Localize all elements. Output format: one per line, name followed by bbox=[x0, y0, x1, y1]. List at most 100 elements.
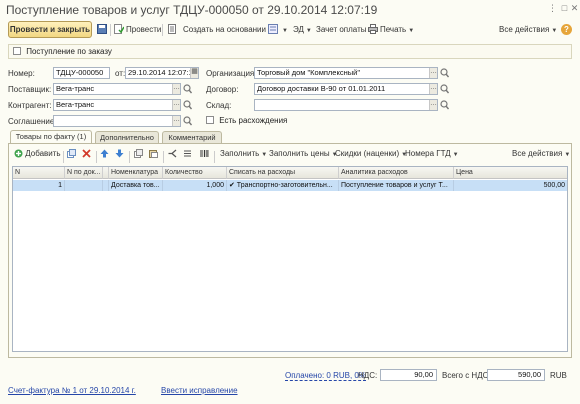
ed-menu[interactable]: ЭД ▼ bbox=[293, 23, 312, 37]
split-icon bbox=[168, 149, 177, 158]
column-header-n[interactable]: N bbox=[13, 167, 65, 179]
counterparty-label: Контрагент: bbox=[8, 101, 52, 110]
select-dots-icon[interactable]: … bbox=[172, 84, 180, 94]
tab-additional[interactable]: Дополнительно bbox=[95, 131, 159, 143]
counterparty-value: Вега-транс bbox=[56, 100, 95, 109]
copy-row-button[interactable] bbox=[67, 147, 76, 161]
add-row-button[interactable]: Добавить bbox=[14, 147, 61, 161]
move-down-button[interactable] bbox=[115, 147, 124, 161]
vat-label: НДС: bbox=[358, 371, 378, 380]
date-field[interactable]: 29.10.2014 12:07:19 ▦ bbox=[125, 67, 199, 79]
discounts-menu[interactable]: Скидки (наценки) ▼ bbox=[335, 147, 407, 161]
paid-link[interactable]: Оплачено: 0 RUB, 0% bbox=[285, 371, 366, 381]
cell-expense-analytics: Поступление товаров и услуг Т... bbox=[339, 180, 454, 191]
number-value: ТДЦУ-000050 bbox=[56, 68, 104, 77]
paste-icon bbox=[149, 150, 158, 158]
toolbar-separator bbox=[110, 24, 111, 36]
paste-button[interactable] bbox=[149, 147, 158, 161]
help-icon[interactable]: ? bbox=[561, 24, 572, 35]
select-dots-icon[interactable]: … bbox=[429, 100, 437, 110]
contract-value: Договор доставки В-90 от 01.01.2011 bbox=[257, 84, 386, 93]
gtd-numbers-menu[interactable]: Номера ГТД ▼ bbox=[405, 147, 459, 161]
all-actions-label: Все действия bbox=[499, 25, 550, 34]
search-icon[interactable] bbox=[183, 100, 192, 110]
print-label: Печать bbox=[380, 25, 407, 34]
copy-button[interactable] bbox=[134, 147, 143, 161]
table-all-actions-menu[interactable]: Все действия ▼ bbox=[512, 147, 570, 161]
all-actions-menu[interactable]: Все действия ▼ bbox=[499, 23, 557, 37]
organization-value: Торговый дом "Комплексный" bbox=[257, 68, 360, 77]
cell-nomenclature: Доставка тов... bbox=[109, 180, 163, 191]
supplier-field[interactable]: Вега-транс… bbox=[53, 83, 181, 95]
chevron-down-icon: ▼ bbox=[408, 28, 415, 34]
document-icon-button[interactable] bbox=[167, 23, 179, 37]
more-icon[interactable]: ⋮ bbox=[547, 3, 558, 14]
counterparty-field[interactable]: Вега-транс … bbox=[53, 99, 181, 111]
checkbox-box[interactable] bbox=[13, 47, 21, 55]
search-icon[interactable] bbox=[440, 68, 449, 78]
cell-n: 1 bbox=[13, 180, 65, 191]
create-based-on-menu[interactable]: Создать на основании▼ bbox=[183, 23, 274, 37]
gtd-label: Номера ГТД bbox=[405, 149, 451, 158]
contract-field[interactable]: Договор доставки В-90 от 01.01.2011 … bbox=[254, 83, 438, 95]
post-button[interactable]: Провести bbox=[114, 23, 161, 37]
post-and-close-button[interactable]: Провести и закрыть bbox=[8, 21, 92, 38]
table-all-actions-label: Все действия bbox=[512, 149, 563, 158]
barcode-button[interactable] bbox=[200, 147, 209, 161]
tab-goods[interactable]: Товары по факту (1) bbox=[10, 130, 92, 144]
search-icon[interactable] bbox=[183, 84, 192, 94]
close-icon[interactable]: ✕ bbox=[569, 3, 580, 14]
structure-button[interactable]: ▼ bbox=[268, 23, 288, 37]
split-row-button[interactable] bbox=[168, 147, 177, 161]
column-header-nomenclature[interactable]: Номенклатура bbox=[109, 167, 163, 179]
cell-quantity: 1,000 bbox=[163, 180, 227, 191]
search-icon[interactable] bbox=[183, 116, 192, 126]
checkbox-box[interactable] bbox=[206, 116, 214, 124]
select-dots-icon[interactable]: … bbox=[429, 84, 437, 94]
list-button[interactable] bbox=[183, 147, 192, 161]
print-menu[interactable]: Печать ▼ bbox=[368, 23, 414, 37]
number-field[interactable]: ТДЦУ-000050 bbox=[53, 67, 110, 79]
column-header-expense-analytics[interactable]: Аналитика расходов bbox=[339, 167, 454, 179]
column-header-doc-n[interactable]: N по док... bbox=[65, 167, 103, 179]
invoice-link[interactable]: Счет-фактура № 1 от 29.10.2014 г. bbox=[8, 386, 136, 395]
discrepancy-checkbox[interactable]: Есть расхождения bbox=[206, 116, 287, 125]
discounts-label: Скидки (наценки) bbox=[335, 149, 400, 158]
select-dots-icon[interactable]: … bbox=[172, 116, 180, 126]
save-button[interactable] bbox=[97, 23, 109, 37]
goods-table[interactable]: N N по док... Номенклатура Количество Сп… bbox=[12, 166, 568, 352]
agreement-field[interactable]: … bbox=[53, 115, 181, 127]
calendar-icon[interactable]: ▦ bbox=[190, 68, 198, 78]
column-header-price[interactable]: Цена bbox=[454, 167, 567, 179]
warehouse-label: Склад: bbox=[206, 101, 232, 110]
search-icon[interactable] bbox=[440, 100, 449, 110]
select-dots-icon[interactable]: … bbox=[429, 68, 437, 78]
correction-link[interactable]: Ввести исправление bbox=[161, 386, 238, 395]
fill-prices-menu[interactable]: Заполнить цены ▼ bbox=[269, 147, 338, 161]
toolbar-separator bbox=[96, 151, 97, 163]
order-checkbox[interactable]: Поступление по заказу bbox=[13, 47, 112, 56]
agreement-label: Соглашение: bbox=[8, 117, 57, 126]
warehouse-field[interactable]: … bbox=[254, 99, 438, 111]
number-label: Номер: bbox=[8, 69, 35, 78]
add-label: Добавить bbox=[25, 149, 61, 158]
copy-icon bbox=[67, 149, 76, 158]
currency-label: RUB bbox=[550, 371, 567, 380]
order-checkbox-label: Поступление по заказу bbox=[26, 47, 112, 56]
chevron-down-icon: ▼ bbox=[564, 152, 571, 158]
organization-field[interactable]: Торговый дом "Комплексный" … bbox=[254, 67, 438, 79]
tab-comment[interactable]: Комментарий bbox=[162, 131, 222, 143]
select-dots-icon[interactable]: … bbox=[172, 100, 180, 110]
column-header-write-off[interactable]: Списать на расходы bbox=[227, 167, 339, 179]
move-up-button[interactable] bbox=[100, 147, 109, 161]
printer-icon bbox=[368, 24, 378, 34]
table-row[interactable]: 1 Доставка тов... 1,000 ✔ Транспортно-за… bbox=[13, 180, 567, 191]
delete-row-button[interactable] bbox=[82, 147, 91, 161]
fill-label: Заполнить bbox=[220, 149, 260, 158]
column-header-quantity[interactable]: Количество bbox=[163, 167, 227, 179]
toolbar-separator bbox=[129, 151, 130, 163]
payment-offset-button[interactable]: Зачет оплаты bbox=[316, 23, 366, 37]
search-icon[interactable] bbox=[440, 84, 449, 94]
fill-menu[interactable]: Заполнить ▼ bbox=[220, 147, 267, 161]
chevron-down-icon: ▼ bbox=[452, 152, 459, 158]
